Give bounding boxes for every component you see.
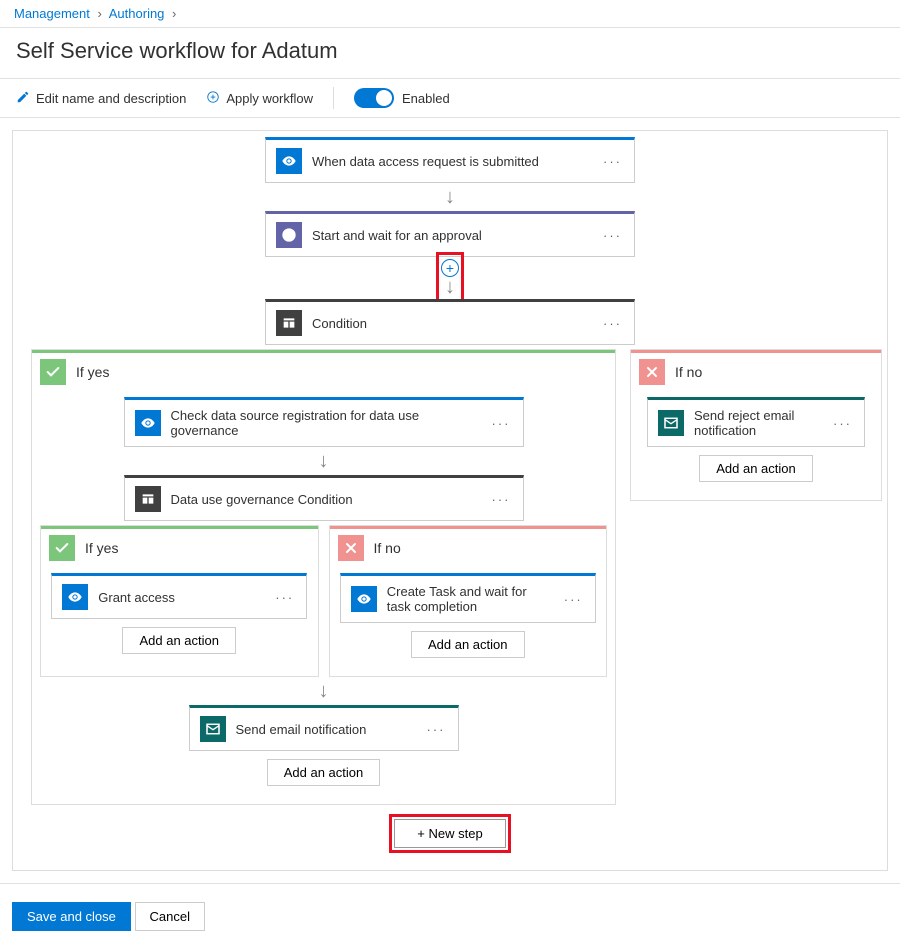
send-email-label: Send email notification bbox=[236, 722, 415, 737]
breadcrumb-authoring[interactable]: Authoring bbox=[109, 6, 165, 21]
arrow-down-icon: ↓ bbox=[445, 277, 455, 297]
condition-icon bbox=[276, 310, 302, 336]
add-action-button[interactable]: Add an action bbox=[699, 455, 813, 482]
more-icon[interactable]: ··· bbox=[273, 590, 296, 605]
divider bbox=[333, 87, 334, 109]
more-icon[interactable]: ··· bbox=[490, 416, 513, 431]
approval-label: Start and wait for an approval bbox=[312, 228, 591, 243]
trigger-label: When data access request is submitted bbox=[312, 154, 591, 169]
if-yes-branch: If yes Check data source registration fo… bbox=[31, 349, 616, 805]
edit-name-button[interactable]: Edit name and description bbox=[16, 90, 186, 107]
if-no-header: If no bbox=[631, 350, 881, 391]
gov-condition-label: Data use governance Condition bbox=[171, 492, 480, 507]
condition-step[interactable]: Condition ··· bbox=[265, 299, 635, 345]
new-step-button[interactable]: + New step bbox=[394, 819, 505, 848]
nested-if-yes-branch: If yes Grant access ··· Add an action bbox=[40, 525, 319, 677]
if-no-branch: If no Send reject email notification ···… bbox=[630, 349, 882, 501]
x-icon bbox=[639, 359, 665, 385]
trigger-step[interactable]: When data access request is submitted ··… bbox=[265, 137, 635, 183]
footer: Save and close Cancel bbox=[0, 892, 900, 947]
nested-if-no-header: If no bbox=[330, 526, 607, 567]
enabled-toggle[interactable]: Enabled bbox=[354, 88, 450, 108]
eye-icon bbox=[276, 148, 302, 174]
breadcrumb: Management › Authoring › bbox=[0, 0, 900, 28]
chevron-right-icon: › bbox=[98, 6, 102, 21]
mail-icon bbox=[200, 716, 226, 742]
more-icon[interactable]: ··· bbox=[562, 592, 585, 607]
nested-if-no-branch: If no Create Task and wait for task comp… bbox=[329, 525, 608, 677]
more-icon[interactable]: ··· bbox=[831, 416, 854, 431]
clock-icon bbox=[276, 222, 302, 248]
grant-access-label: Grant access bbox=[98, 590, 263, 605]
edit-name-label: Edit name and description bbox=[36, 91, 186, 106]
check-icon bbox=[40, 359, 66, 385]
chevron-right-icon: › bbox=[172, 6, 176, 21]
add-action-button[interactable]: Add an action bbox=[267, 759, 381, 786]
arrow-down-icon: ↓ bbox=[445, 183, 455, 211]
approval-step[interactable]: Start and wait for an approval ··· bbox=[265, 211, 635, 257]
plus-circle-icon bbox=[206, 90, 220, 107]
insert-step-button[interactable]: + ↓ bbox=[441, 257, 459, 299]
if-yes-label: If yes bbox=[85, 540, 118, 556]
check-registration-step[interactable]: Check data source registration for data … bbox=[124, 397, 524, 447]
mail-icon bbox=[658, 410, 684, 436]
send-email-step[interactable]: Send email notification ··· bbox=[189, 705, 459, 751]
eye-icon bbox=[62, 584, 88, 610]
workflow-canvas: When data access request is submitted ··… bbox=[0, 118, 900, 884]
toolbar: Edit name and description Apply workflow… bbox=[0, 79, 900, 118]
cancel-button[interactable]: Cancel bbox=[135, 902, 205, 931]
eye-icon bbox=[351, 586, 377, 612]
eye-icon bbox=[135, 410, 161, 436]
condition-label: Condition bbox=[312, 316, 591, 331]
grant-access-step[interactable]: Grant access ··· bbox=[51, 573, 307, 619]
add-action-button[interactable]: Add an action bbox=[411, 631, 525, 658]
more-icon[interactable]: ··· bbox=[490, 492, 513, 507]
x-icon bbox=[338, 535, 364, 561]
arrow-down-icon: ↓ bbox=[319, 447, 329, 475]
more-icon[interactable]: ··· bbox=[601, 316, 624, 331]
send-reject-label: Send reject email notification bbox=[694, 408, 821, 438]
more-icon[interactable]: ··· bbox=[425, 722, 448, 737]
if-yes-label: If yes bbox=[76, 364, 109, 380]
check-registration-label: Check data source registration for data … bbox=[171, 408, 480, 438]
add-action-button[interactable]: Add an action bbox=[122, 627, 236, 654]
pencil-icon bbox=[16, 90, 30, 107]
gov-condition-step[interactable]: Data use governance Condition ··· bbox=[124, 475, 524, 521]
more-icon[interactable]: ··· bbox=[601, 228, 624, 243]
send-reject-step[interactable]: Send reject email notification ··· bbox=[647, 397, 865, 447]
save-button[interactable]: Save and close bbox=[12, 902, 131, 931]
if-no-label: If no bbox=[675, 364, 702, 380]
breadcrumb-management[interactable]: Management bbox=[14, 6, 90, 21]
nested-if-yes-header: If yes bbox=[41, 526, 318, 567]
create-task-step[interactable]: Create Task and wait for task completion… bbox=[340, 573, 596, 623]
arrow-down-icon: ↓ bbox=[319, 677, 329, 705]
more-icon[interactable]: ··· bbox=[601, 154, 624, 169]
toggle-switch-icon bbox=[354, 88, 394, 108]
create-task-label: Create Task and wait for task completion bbox=[387, 584, 552, 614]
plus-circle-icon: + bbox=[441, 259, 459, 277]
condition-icon bbox=[135, 486, 161, 512]
page-title: Self Service workflow for Adatum bbox=[0, 28, 900, 79]
enabled-label: Enabled bbox=[402, 91, 450, 106]
apply-workflow-button[interactable]: Apply workflow bbox=[206, 90, 313, 107]
check-icon bbox=[49, 535, 75, 561]
apply-workflow-label: Apply workflow bbox=[226, 91, 313, 106]
if-no-label: If no bbox=[374, 540, 401, 556]
if-yes-header: If yes bbox=[32, 350, 615, 391]
